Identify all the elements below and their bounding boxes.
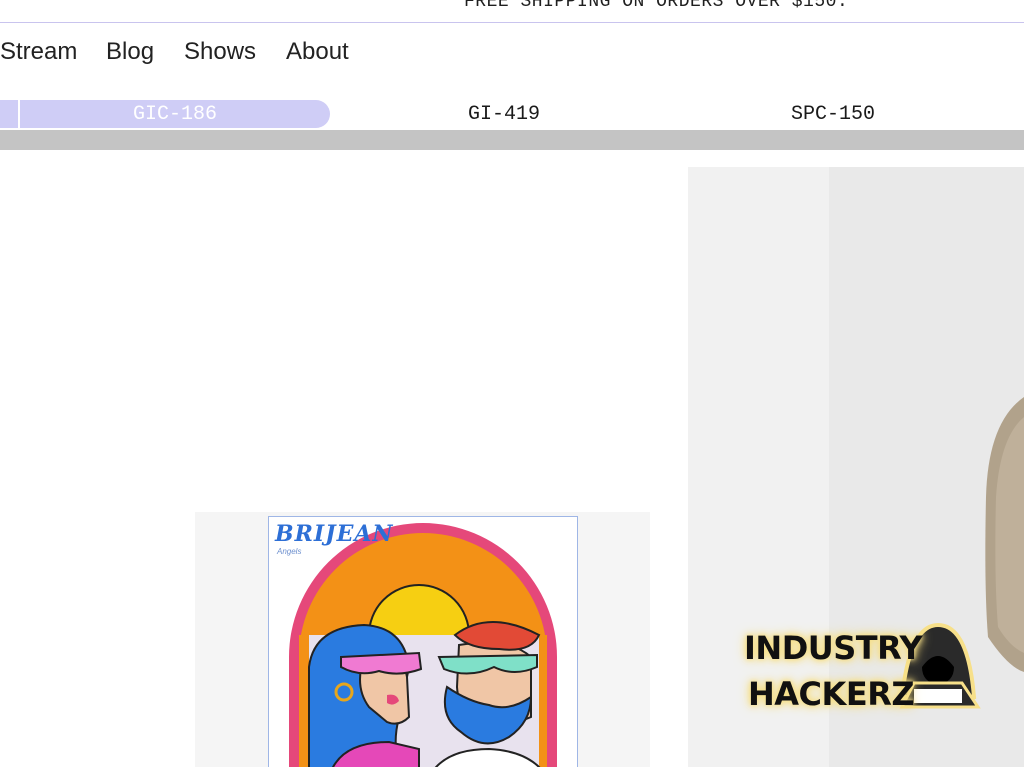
tab-gic-186[interactable]: GIC-186 xyxy=(20,100,330,128)
album-art-illustration xyxy=(289,523,557,767)
horizontal-scrollbar[interactable] xyxy=(0,130,1024,150)
logo-line-industry: INDUSTRY xyxy=(744,629,923,667)
announcement-text: FREE SHIPPING ON ORDERS OVER $150. xyxy=(464,0,849,12)
logo-line-hackerz: HACKERZ xyxy=(748,675,915,713)
nav-item-stream[interactable]: Stream xyxy=(0,38,77,66)
tab-label: GIC-186 xyxy=(132,103,217,126)
product-card-vinyl[interactable]: BRIJEAN Angels xyxy=(195,512,650,767)
nav-item-about[interactable]: About xyxy=(286,38,349,66)
album-subtitle-text: Angels xyxy=(277,547,302,556)
product-card-cap[interactable]: INDUSTRY HACKERZ xyxy=(688,167,1024,767)
nav-item-blog[interactable]: Blog xyxy=(106,38,154,66)
album-brand-text: BRIJEAN xyxy=(275,521,394,547)
tab-spc-150[interactable]: SPC-150 xyxy=(791,103,875,126)
product-tabs: GIC-186 GI-419 SPC-150 xyxy=(0,100,1024,128)
tab-previous[interactable] xyxy=(0,100,20,128)
tab-gi-419[interactable]: GI-419 xyxy=(468,103,540,126)
announcement-bar: FREE SHIPPING ON ORDERS OVER $150. xyxy=(0,0,1024,23)
nav-item-shows[interactable]: Shows xyxy=(184,38,256,66)
album-cover-image: BRIJEAN Angels xyxy=(268,516,578,767)
